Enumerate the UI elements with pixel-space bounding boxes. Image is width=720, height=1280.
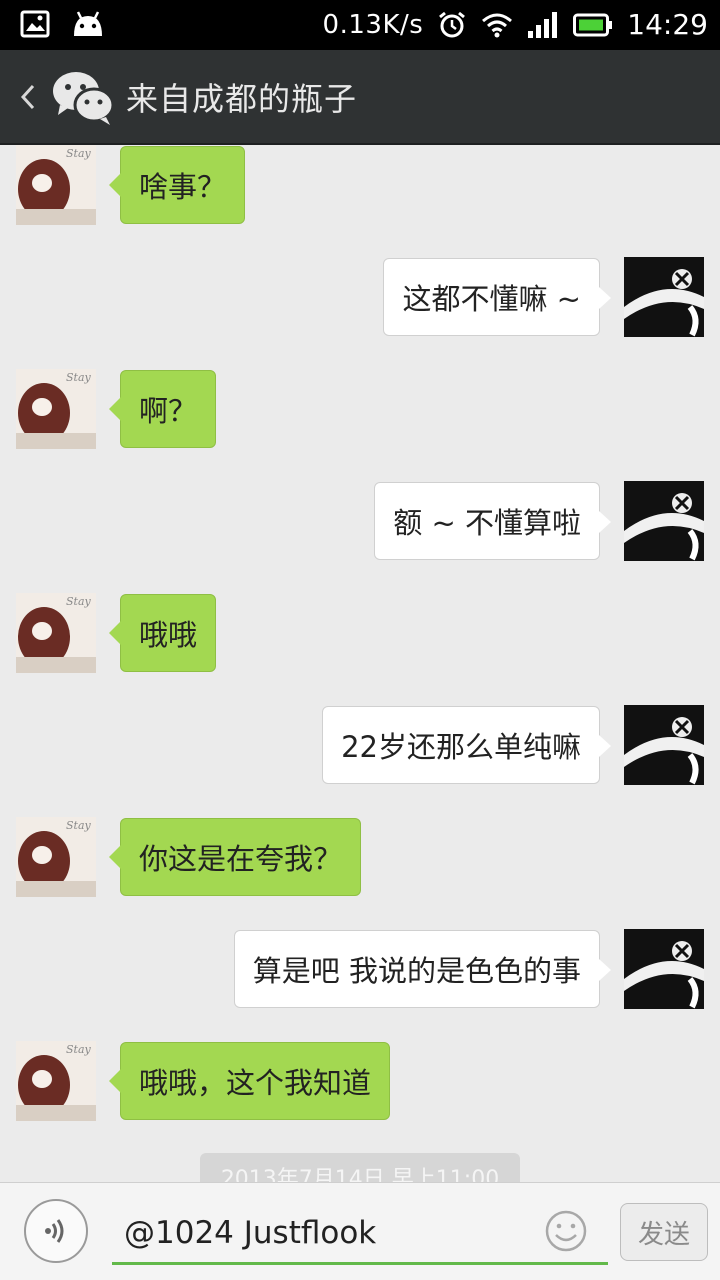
my-avatar[interactable] [624,481,704,561]
svg-text:Stay: Stay [66,147,92,160]
message-bubble-received[interactable]: 哦哦，这个我知道 [108,1042,391,1120]
message-bubble-received[interactable]: 你这是在夸我？ [108,818,362,896]
message-bubble-received[interactable]: 啥事？ [108,146,246,224]
contact-avatar[interactable]: Stay [16,1041,96,1121]
contact-avatar[interactable]: Stay [16,817,96,897]
message-bubble-sent[interactable]: 这都不懂嘛 ~ [383,258,611,336]
input-bar: 发送 [0,1182,720,1280]
my-avatar[interactable] [624,705,704,785]
wechat-logo-icon [53,71,115,125]
send-button[interactable]: 发送 [620,1203,708,1261]
my-avatar[interactable] [624,257,704,337]
my-avatar[interactable] [624,929,704,1009]
contact-avatar[interactable]: Stay [16,369,96,449]
smiley-icon [545,1210,587,1252]
net-speed: 0.13K/s [322,9,424,40]
message-bubble-sent[interactable]: 额 ~ 不懂算啦 [374,482,611,560]
message-bubble-sent[interactable]: 22岁还那么单纯嘛 [322,706,611,784]
message-bubble-received[interactable]: 哦哦 [108,594,217,672]
signal-icon [528,11,558,38]
battery-icon [573,13,613,36]
message-input[interactable] [112,1203,608,1265]
emoji-button[interactable] [544,1209,588,1253]
contact-avatar[interactable]: Stay [16,593,96,673]
back-button[interactable] [6,49,50,144]
android-icon [74,11,102,36]
voice-input-button[interactable] [24,1199,88,1263]
message-bubble-received[interactable]: 啊？ [108,370,217,448]
voice-wave-icon [45,1219,64,1243]
clock-time: 14:29 [627,8,708,41]
message-timestamp: 2013年7月14日 早上11:00 [200,1153,520,1182]
svg-text:Stay: Stay [66,595,92,608]
svg-text:Stay: Stay [66,819,92,832]
alarm-icon [439,11,466,37]
chat-message-list[interactable]: Stay 啥事？ 这都不懂嘛 ~ Stay 啊？ 额 ~ 不懂算啦 Stay 哦… [0,145,720,1182]
wifi-icon [482,13,513,37]
svg-text:Stay: Stay [66,371,92,384]
chat-title: 来自成都的瓶子 [126,79,358,118]
status-bar: 0.13K/s 14:29 [0,0,720,50]
gallery-icon [20,10,50,38]
message-bubble-sent[interactable]: 算是吧 我说的是色色的事 [233,930,612,1008]
contact-avatar[interactable]: Stay [16,145,96,225]
svg-text:Stay: Stay [66,1043,92,1056]
chat-header: 来自成都的瓶子 [0,50,720,145]
back-chevron-icon [20,84,35,109]
